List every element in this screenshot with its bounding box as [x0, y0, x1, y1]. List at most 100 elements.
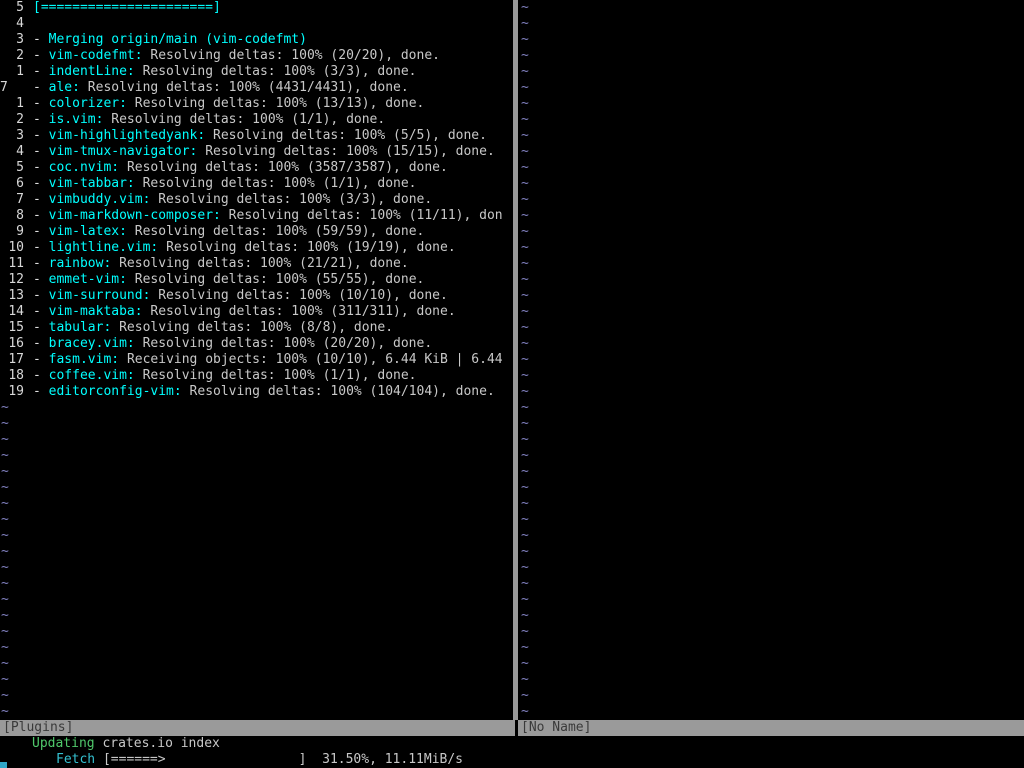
- plugin-status-line[interactable]: 9- vim-latex: Resolving deltas: 100% (59…: [0, 224, 512, 240]
- empty-line: ~: [0, 512, 512, 528]
- empty-line: ~: [520, 656, 1024, 672]
- empty-line-marker: ~: [521, 288, 529, 303]
- empty-line-marker: ~: [521, 176, 529, 191]
- plugin-status-line[interactable]: 7- vimbuddy.vim: Resolving deltas: 100% …: [0, 192, 512, 208]
- empty-line: ~: [520, 208, 1024, 224]
- plugin-message: Resolving deltas: 100% (59/59), done.: [134, 224, 425, 239]
- empty-line: ~: [0, 640, 512, 656]
- line-separator: -: [33, 320, 41, 335]
- cargo-status-fetch: Fetch: [56, 752, 96, 767]
- empty-line: ~: [0, 576, 512, 592]
- empty-line-marker: ~: [521, 496, 529, 511]
- plugin-status-line[interactable]: 17- fasm.vim: Receiving objects: 100% (1…: [0, 352, 512, 368]
- plugin-message: Resolving deltas: 100% (311/311), done.: [150, 304, 456, 319]
- plugin-name: vimbuddy.vim:: [48, 192, 151, 207]
- empty-line: ~: [0, 704, 512, 720]
- empty-line-marker: ~: [1, 464, 9, 479]
- plugin-status-line[interactable]: 1- indentLine: Resolving deltas: 100% (3…: [0, 64, 512, 80]
- empty-line: ~: [520, 256, 1024, 272]
- plugin-status-line[interactable]: 8- vim-markdown-composer: Resolving delt…: [0, 208, 512, 224]
- line-number: 7: [0, 80, 8, 95]
- empty-line-marker: ~: [521, 64, 529, 79]
- plugin-status-line[interactable]: 11- rainbow: Resolving deltas: 100% (21/…: [0, 256, 512, 272]
- plugin-message: Resolving deltas: 100% (20/20), done.: [142, 336, 433, 351]
- empty-line: ~: [520, 384, 1024, 400]
- plugin-name: vim-latex:: [48, 224, 127, 239]
- empty-line-marker: ~: [521, 208, 529, 223]
- plugin-status-line[interactable]: 14- vim-maktaba: Resolving deltas: 100% …: [0, 304, 512, 320]
- empty-line: ~: [520, 192, 1024, 208]
- plugin-status-line[interactable]: 1- colorizer: Resolving deltas: 100% (13…: [0, 96, 512, 112]
- plugin-line-content: - emmet-vim: Resolving deltas: 100% (55/…: [33, 272, 424, 288]
- empty-line-marker: ~: [521, 160, 529, 175]
- empty-line-marker: ~: [1, 560, 9, 575]
- plugin-status-line[interactable]: 2- is.vim: Resolving deltas: 100% (1/1),…: [0, 112, 512, 128]
- plugin-name: editorconfig-vim:: [48, 384, 182, 399]
- empty-line: ~: [0, 480, 512, 496]
- empty-line-marker: ~: [521, 704, 529, 719]
- plugin-name: fasm.vim:: [48, 352, 120, 367]
- plugin-update-pane[interactable]: 5 [======================] 4 3- Merging ori…: [0, 0, 512, 720]
- plugin-line-content: - vim-tmux-navigator: Resolving deltas: …: [33, 144, 495, 160]
- empty-line-marker: ~: [521, 608, 529, 623]
- empty-line: ~: [0, 432, 512, 448]
- plugin-status-line[interactable]: 2 - vim-codefmt: Resolving deltas: 100% (…: [0, 48, 512, 64]
- plugin-status-line[interactable]: 7 - ale: Resolving deltas: 100% (4431/443…: [0, 80, 512, 96]
- plugin-line-content: - vim-codefmt: Resolving deltas: 100% (2…: [33, 48, 440, 64]
- plugin-status-line[interactable]: 4- vim-tmux-navigator: Resolving deltas:…: [0, 144, 512, 160]
- empty-line-marker: ~: [1, 400, 9, 415]
- plugin-status-line[interactable]: 10- lightline.vim: Resolving deltas: 100…: [0, 240, 512, 256]
- plugin-status-line[interactable]: 12 - emmet-vim: Resolving deltas: 100% (5…: [0, 272, 512, 288]
- status-line-no-name: [No Name]: [518, 720, 1024, 736]
- vertical-split-separator[interactable]: [513, 0, 518, 720]
- empty-line-marker: ~: [1, 672, 9, 687]
- line-number: 18: [8, 368, 24, 383]
- plugin-name: vim-tabbar:: [48, 176, 135, 191]
- plugin-status-line[interactable]: 19- editorconfig-vim: Resolving deltas: …: [0, 384, 512, 400]
- plugin-line-content: - colorizer: Resolving deltas: 100% (13/…: [33, 96, 424, 112]
- empty-line: ~: [520, 272, 1024, 288]
- line-number: 12: [8, 272, 24, 287]
- plugin-message: Receiving objects: 100% (10/10), 6.44 Ki…: [126, 352, 503, 367]
- empty-line: ~: [520, 512, 1024, 528]
- plugin-name: rainbow:: [48, 256, 112, 271]
- cargo-fetch-progress: [======> ] 31.50%, 11.11MiB/s: [102, 752, 463, 767]
- line-number: 13: [8, 288, 24, 303]
- empty-buffer-pane[interactable]: ~ ~ ~ ~ ~ ~ ~ ~ ~ ~ ~ ~ ~ ~ ~ ~ ~ ~ ~ ~ ~ ~ ~ ~ ~ ~ ~ ~ ~ ~ ~ ~ ~ ~ ~ ~ ~ ~ ~ ~…: [520, 0, 1024, 720]
- line-number: 2: [16, 48, 24, 63]
- line-separator: -: [33, 80, 41, 95]
- plugin-line-content: - vim-surround: Resolving deltas: 100% (…: [33, 288, 448, 304]
- empty-line-marker: ~: [1, 496, 9, 511]
- empty-line: ~: [520, 144, 1024, 160]
- empty-line: ~: [520, 480, 1024, 496]
- empty-line: ~: [520, 48, 1024, 64]
- line-number: 11: [8, 256, 24, 271]
- plugin-status-line[interactable]: 3- vim-highlightedyank: Resolving deltas…: [0, 128, 512, 144]
- line-separator: -: [33, 192, 41, 207]
- empty-line-marker: ~: [1, 432, 9, 447]
- empty-line: ~: [520, 576, 1024, 592]
- plugin-name: emmet-vim:: [48, 272, 127, 287]
- empty-line-marker: ~: [1, 544, 9, 559]
- empty-line-marker: ~: [521, 656, 529, 671]
- plugin-status-line[interactable]: 18- coffee.vim: Resolving deltas: 100% (…: [0, 368, 512, 384]
- buffer-line: 4: [0, 16, 512, 32]
- plugin-status-line[interactable]: 6- vim-tabbar: Resolving deltas: 100% (1…: [0, 176, 512, 192]
- empty-line: ~: [0, 592, 512, 608]
- plugin-line-content: - tabular: Resolving deltas: 100% (8/8),…: [33, 320, 393, 336]
- plugin-status-line[interactable]: 16- bracey.vim: Resolving deltas: 100% (…: [0, 336, 512, 352]
- empty-line-marker: ~: [521, 448, 529, 463]
- plugin-message: Resolving deltas: 100% (4431/4431), done…: [87, 80, 409, 95]
- empty-line: ~: [520, 160, 1024, 176]
- plugin-message: Resolving deltas: 100% (5/5), done.: [213, 128, 487, 143]
- plugin-status-line[interactable]: 5- coc.nvim: Resolving deltas: 100% (358…: [0, 160, 512, 176]
- empty-line-marker: ~: [1, 576, 9, 591]
- empty-line-marker: ~: [521, 592, 529, 607]
- empty-line-marker: ~: [1, 416, 9, 431]
- plugin-status-line[interactable]: 13 - vim-surround: Resolving deltas: 100%…: [0, 288, 512, 304]
- terminal-cursor: [0, 762, 7, 768]
- line-separator: -: [33, 224, 41, 239]
- empty-line-marker: ~: [521, 320, 529, 335]
- line-number: 5: [16, 0, 24, 15]
- plugin-status-line[interactable]: 15- tabular: Resolving deltas: 100% (8/8…: [0, 320, 512, 336]
